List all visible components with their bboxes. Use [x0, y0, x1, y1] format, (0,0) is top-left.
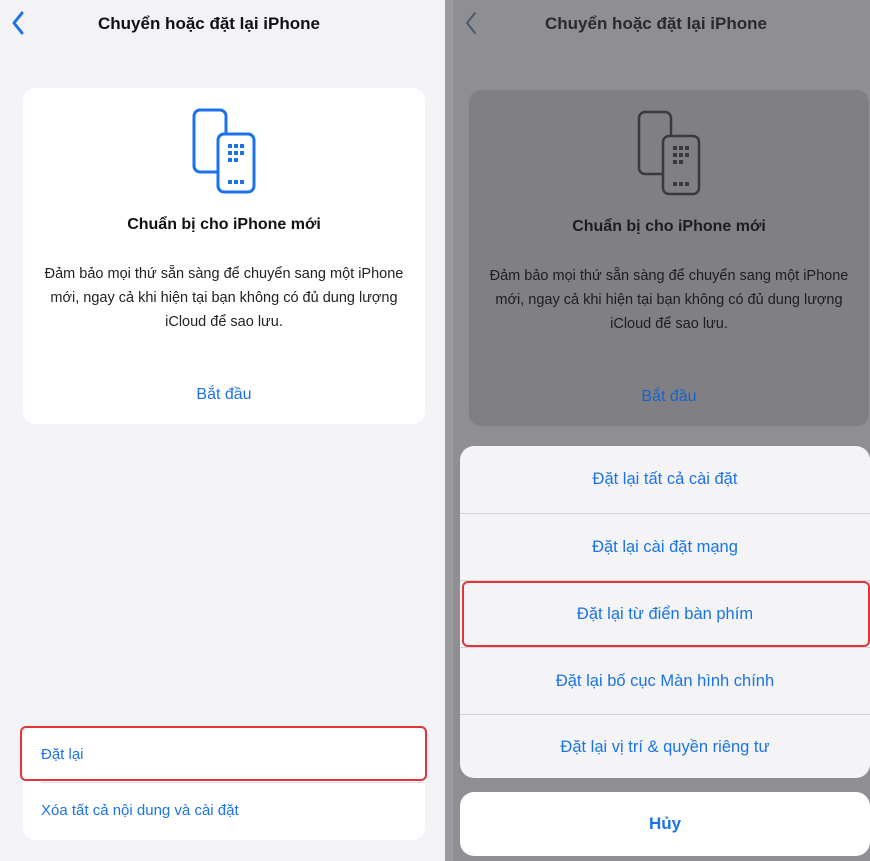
reset-location-privacy-option[interactable]: Đặt lại vị trí & quyền riêng tư — [460, 714, 870, 780]
card-description: Đảm bảo mọi thứ sẵn sàng để chuyển sang … — [489, 268, 849, 332]
cancel-button[interactable]: Hủy — [460, 792, 870, 856]
card-title: Chuẩn bị cho iPhone mới — [127, 216, 321, 233]
card-description: Đảm bảo mọi thứ sẵn sàng để chuyển sang … — [44, 266, 404, 330]
screen-divider — [445, 0, 453, 861]
page-title: Chuyển hoặc đặt lại iPhone — [98, 14, 320, 33]
prepare-card: Chuẩn bị cho iPhone mới Đảm bảo mọi thứ … — [23, 88, 425, 424]
reset-network-settings-option[interactable]: Đặt lại cài đặt mạng — [460, 514, 870, 580]
transfer-phones-icon — [637, 110, 701, 196]
list-divider — [41, 782, 425, 783]
card-title: Chuẩn bị cho iPhone mới — [572, 218, 766, 235]
back-button[interactable] — [6, 8, 30, 38]
reset-action-sheet: Đặt lại tất cả cài đặt Đặt lại cài đặt m… — [460, 446, 870, 778]
chevron-left-icon — [466, 12, 476, 34]
reset-keyboard-dictionary-option[interactable]: Đặt lại từ điển bàn phím — [460, 581, 870, 647]
reset-button[interactable]: Đặt lại — [23, 728, 425, 780]
erase-all-button[interactable]: Xóa tất cả nội dung và cài đặt — [23, 784, 425, 836]
page-title: Chuyển hoặc đặt lại iPhone — [545, 14, 767, 33]
transfer-phones-icon — [192, 108, 256, 194]
right-screen: Chuyển hoặc đặt lại iPhone Chuẩn bị cho … — [453, 0, 870, 861]
left-screen: Chuyển hoặc đặt lại iPhone Chuẩn bị cho … — [0, 0, 445, 861]
prepare-card: Chuẩn bị cho iPhone mới Đảm bảo mọi thứ … — [469, 90, 869, 426]
get-started-link[interactable]: Bắt đầu — [469, 388, 869, 406]
back-button[interactable] — [459, 8, 483, 38]
chevron-left-icon — [12, 11, 24, 35]
get-started-link[interactable]: Bắt đầu — [23, 386, 425, 404]
reset-options-list: Đặt lại Xóa tất cả nội dung và cài đặt — [23, 726, 425, 840]
reset-all-settings-option[interactable]: Đặt lại tất cả cài đặt — [460, 446, 870, 512]
reset-home-screen-layout-option[interactable]: Đặt lại bố cục Màn hình chính — [460, 648, 870, 714]
